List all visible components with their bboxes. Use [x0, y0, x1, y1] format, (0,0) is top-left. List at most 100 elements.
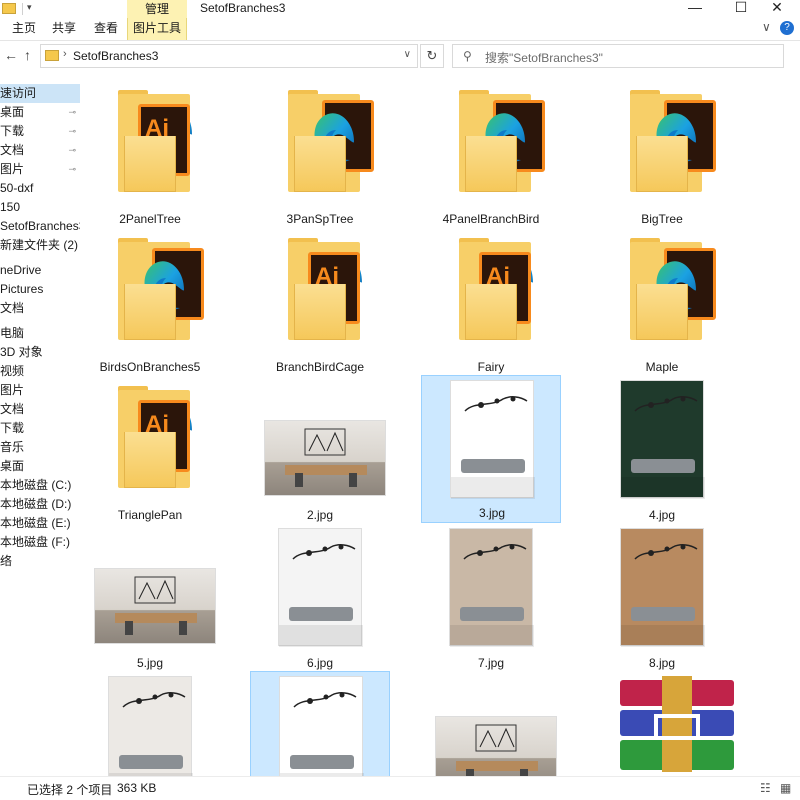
file-item[interactable]: 4.jpg [592, 376, 732, 524]
file-item[interactable]: Maple [592, 228, 732, 376]
sidebar-item-label: 150 [0, 200, 21, 214]
file-item[interactable] [592, 672, 734, 776]
sidebar-item[interactable]: 图片 ⊸ [0, 160, 80, 179]
sidebar-item-label: 音乐 [0, 440, 25, 454]
image-thumbnail [449, 528, 534, 647]
file-item[interactable]: 3.jpg [421, 375, 561, 523]
sidebar-item[interactable]: 下载 [0, 419, 80, 438]
file-item[interactable]: 2.jpg [250, 376, 390, 524]
sidebar-item[interactable]: 音乐 [0, 438, 80, 457]
sidebar-item-label: 下载 [0, 124, 25, 138]
sidebar-item-label: 视频 [0, 364, 25, 378]
search-icon: ⚲ [463, 49, 472, 63]
sidebar-item[interactable]: 新建文件夹 (2) [0, 236, 80, 255]
tab-share[interactable]: 共享 [52, 18, 76, 40]
file-item[interactable]: BirdsOnBranches5 [80, 228, 220, 376]
sidebar-item-label: 50-dxf [0, 181, 34, 195]
sidebar-item[interactable]: SetofBranches3 [0, 217, 80, 236]
context-tab-header: 管理 [127, 0, 187, 18]
image-thumbnail [435, 716, 557, 776]
file-item[interactable]: 8.jpg [592, 524, 732, 672]
navigation-bar: ← ↑ › SetofBranches3 ∨ ↻ ⚲ 搜索"SetofBranc… [0, 40, 800, 72]
help-icon[interactable]: ? [780, 21, 794, 35]
tab-view[interactable]: 查看 [94, 18, 118, 40]
file-name-label: 4.jpg [648, 508, 676, 522]
sidebar-item[interactable]: 速访问 [0, 84, 80, 103]
sidebar-item[interactable]: 电脑 [0, 324, 80, 343]
chevron-right-icon[interactable]: › [63, 48, 67, 60]
sidebar-item[interactable]: 3D 对象 [0, 343, 80, 362]
sidebar-item[interactable]: 桌面 ⊸ [0, 103, 80, 122]
search-input[interactable]: ⚲ 搜索"SetofBranches3" [452, 44, 784, 68]
sidebar-item[interactable]: 150 [0, 198, 80, 217]
file-name-label: TrianglePan [117, 508, 183, 522]
refresh-button[interactable]: ↻ [420, 44, 444, 68]
title-bar: ▾ 管理 SetofBranches3 主页 共享 查看 图片工具 — ☐ ✕ … [0, 0, 800, 40]
file-item[interactable]: AiAIBranchBirdCage [250, 228, 390, 376]
folder-front-icon [636, 136, 688, 192]
details-view-icon[interactable]: ☷ [760, 781, 771, 795]
sidebar-item[interactable]: 文档 [0, 299, 80, 318]
sidebar-item-label: 新建文件夹 (2) [0, 238, 79, 252]
pin-icon: ⊸ [68, 107, 76, 117]
image-thumbnail [278, 528, 363, 647]
sidebar-item[interactable]: 图片 [0, 381, 80, 400]
ribbon-expand-icon[interactable]: ∨ [762, 20, 771, 34]
sidebar-item[interactable]: 络 [0, 552, 80, 571]
file-name-label: 3PanSpTree [286, 212, 354, 226]
file-name-label: 3.jpg [478, 506, 506, 520]
back-icon[interactable]: ← [4, 47, 18, 63]
tab-picture-tools[interactable]: 图片工具 [127, 18, 187, 40]
navigation-pane: 速访问 桌面 ⊸ 下载 ⊸ 文档 ⊸ 图片 ⊸ 50-dxf 150 SetofBranches3 新建… [0, 84, 80, 774]
address-bar[interactable]: › SetofBranches3 ∨ [40, 44, 418, 68]
file-item[interactable]: 7.jpg [421, 524, 561, 672]
sidebar-item[interactable]: 50-dxf [0, 179, 80, 198]
image-thumbnail [620, 380, 705, 499]
tab-home[interactable]: 主页 [12, 18, 36, 40]
sidebar-item-label: SetofBranches3 [0, 219, 80, 233]
sidebar-item[interactable]: Pictures [0, 280, 80, 299]
up-icon[interactable]: ↑ [24, 47, 31, 63]
sidebar-item[interactable]: 视频 [0, 362, 80, 381]
chevron-down-icon[interactable]: ∨ [404, 49, 411, 60]
file-item[interactable]: 6.jpg [250, 524, 390, 672]
file-list-view: AiAI2PanelTree 3PanSpTree 4PanelBranchBird… [80, 80, 794, 776]
sidebar-item[interactable]: neDrive [0, 261, 80, 280]
sidebar-item[interactable]: 下载 ⊸ [0, 122, 80, 141]
sidebar-item[interactable]: 本地磁盘 (E:) [0, 514, 80, 533]
sidebar-item-label: 文档 [0, 301, 25, 315]
file-item[interactable]: 5.jpg [80, 524, 220, 672]
large-icons-view-icon[interactable]: ▦ [780, 781, 791, 795]
file-name-label: 5.jpg [136, 656, 164, 670]
file-item[interactable]: AiAI2PanelTree [80, 80, 220, 228]
sidebar-item[interactable]: 文档 [0, 400, 80, 419]
sidebar-item-label: 下载 [0, 421, 25, 435]
file-item[interactable]: 4PanelBranchBird [421, 80, 561, 228]
sidebar-item-label: 图片 [0, 383, 25, 397]
sidebar-item[interactable]: 文档 ⊸ [0, 141, 80, 160]
selection-count: 已选择 2 个项目 [27, 783, 113, 797]
sidebar-item[interactable]: 本地磁盘 (C:) [0, 476, 80, 495]
file-name-label: 8.jpg [648, 656, 676, 670]
file-item[interactable] [80, 672, 220, 776]
image-thumbnail [450, 380, 535, 499]
file-item[interactable] [421, 672, 561, 776]
sidebar-item-label: 3D 对象 [0, 345, 43, 359]
selection-size: 363 KB [117, 781, 157, 795]
quick-access-dropdown-icon[interactable]: ▾ [27, 2, 32, 13]
file-item[interactable]: BigTree [592, 80, 732, 228]
minimize-button[interactable]: — [672, 0, 718, 16]
file-item[interactable]: AiAITrianglePan [80, 376, 220, 524]
sidebar-item[interactable]: 本地磁盘 (F:) [0, 533, 80, 552]
image-thumbnail [108, 676, 193, 776]
file-item[interactable] [250, 671, 390, 776]
folder-icon[interactable] [2, 3, 16, 14]
address-path[interactable]: SetofBranches3 [73, 49, 158, 63]
sidebar-item[interactable]: 本地磁盘 (D:) [0, 495, 80, 514]
file-item[interactable]: AiAIFairy [421, 228, 561, 376]
sidebar-item[interactable]: 桌面 [0, 457, 80, 476]
close-button[interactable]: ✕ [754, 0, 800, 16]
file-item[interactable]: 3PanSpTree [250, 80, 390, 228]
sidebar-item-label: 图片 [0, 162, 25, 176]
sidebar-item-label: 本地磁盘 (E:) [0, 516, 71, 530]
